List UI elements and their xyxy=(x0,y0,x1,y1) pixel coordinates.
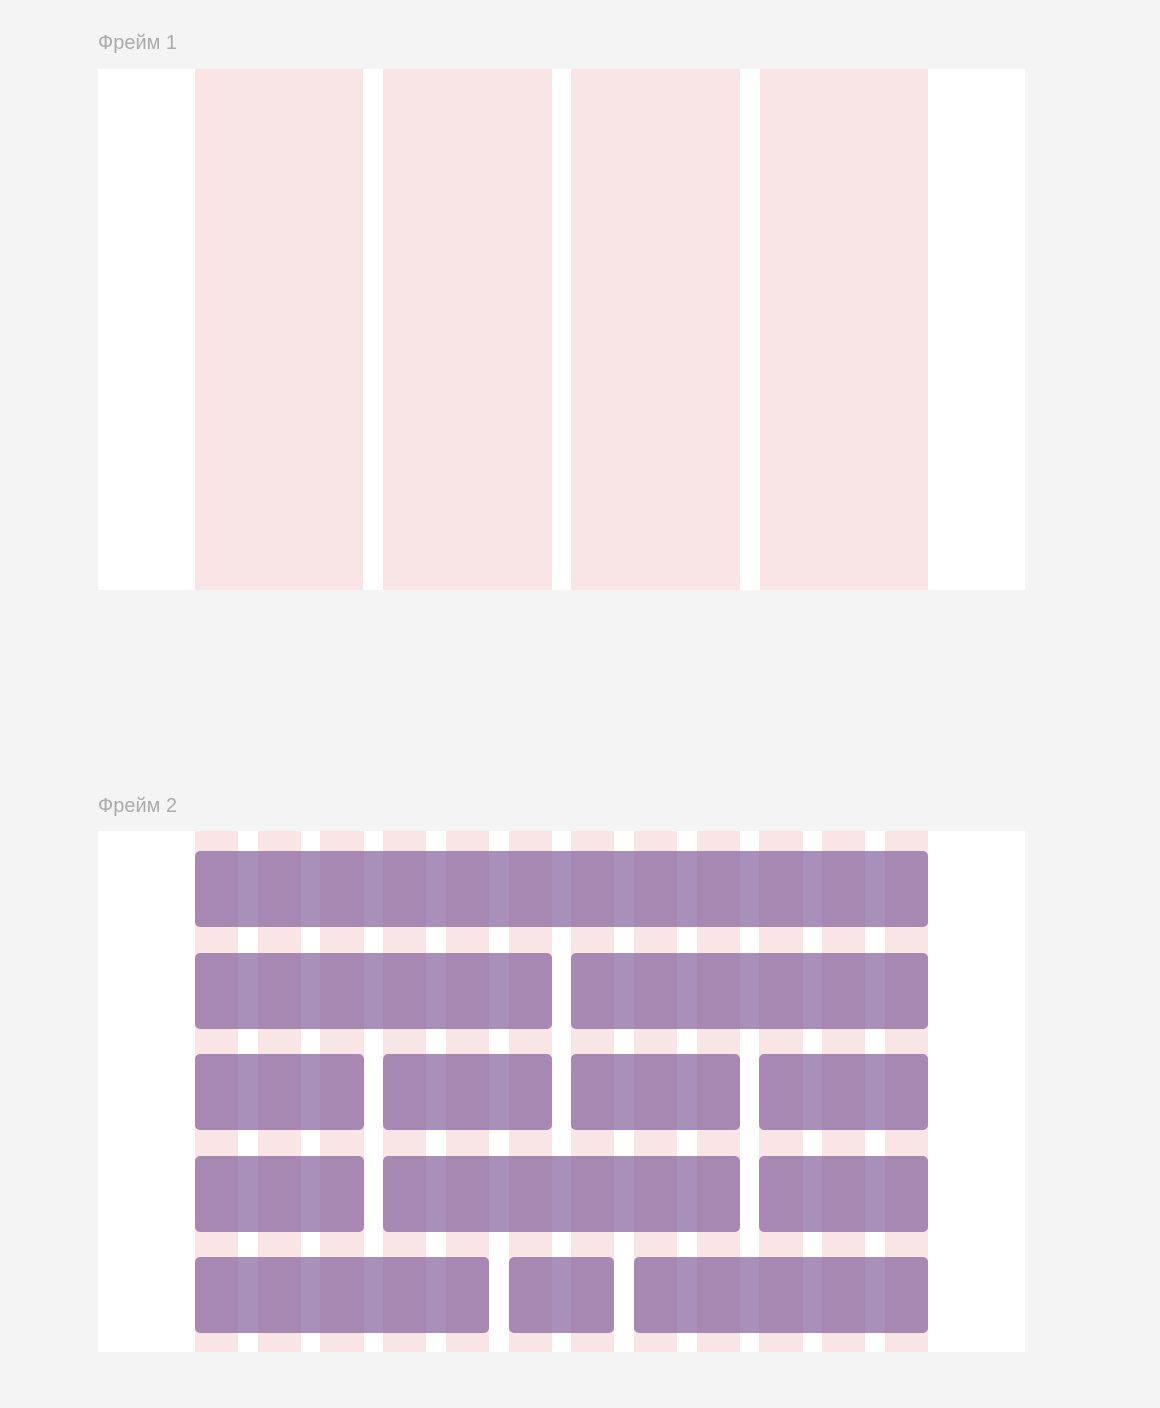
layout-block[interactable] xyxy=(195,1155,364,1232)
frame-1[interactable] xyxy=(98,69,1025,590)
layout-block[interactable] xyxy=(508,1257,615,1333)
layout-block[interactable] xyxy=(195,851,928,927)
frame-2[interactable] xyxy=(98,831,1025,1352)
layout-block[interactable] xyxy=(759,1155,928,1232)
layout-block[interactable] xyxy=(571,952,928,1029)
layout-block[interactable] xyxy=(633,1257,928,1333)
grid-column xyxy=(195,69,364,590)
layout-block[interactable] xyxy=(383,1155,740,1232)
grid-column xyxy=(759,69,928,590)
layout-block[interactable] xyxy=(195,1257,490,1333)
layout-block[interactable] xyxy=(571,1054,740,1130)
layout-block[interactable] xyxy=(195,1054,364,1130)
layout-block[interactable] xyxy=(759,1054,928,1130)
grid-column xyxy=(571,69,740,590)
frame-2-label: Фрейм 2 xyxy=(98,795,178,817)
layout-block[interactable] xyxy=(195,952,552,1029)
frame-1-label: Фрейм 1 xyxy=(98,32,178,54)
grid-column xyxy=(383,69,552,590)
layout-block[interactable] xyxy=(383,1054,552,1130)
